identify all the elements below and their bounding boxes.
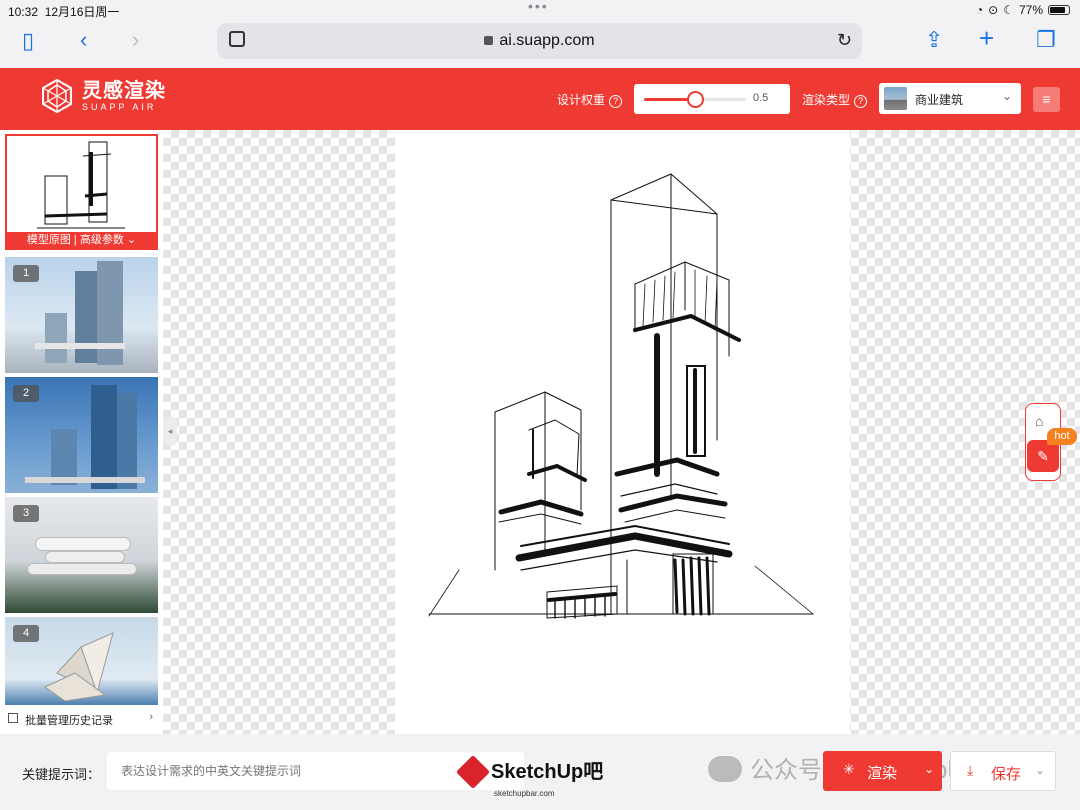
download-icon: ⤓ [967, 762, 974, 778]
battery-percent: 77% [1018, 3, 1043, 17]
share-icon[interactable]: ⇪ [925, 29, 943, 51]
sketchupbar-watermark: SketchUp吧 [456, 755, 604, 789]
sketchupbar-url: sketchupbar.com [494, 789, 555, 798]
history-item[interactable]: 1 [5, 257, 158, 373]
status-bar: 10:32 12月16日周一 ••• ◔ ⊙ ☾ 77% [0, 0, 1080, 20]
save-button[interactable]: ⤓ 保存 ⌄ [950, 751, 1056, 791]
original-sketch-thumbnail [37, 141, 125, 229]
keyword-label: 关键提示词： [22, 767, 101, 782]
address-bar[interactable]: ai.suapp.com ↻ [217, 23, 862, 59]
url-text: ai.suapp.com [499, 32, 595, 49]
building-sketch [428, 173, 814, 619]
tabs-icon[interactable]: ❐ [1036, 29, 1056, 51]
render-label: 渲染 [867, 765, 898, 782]
render-type-select[interactable]: 商业建筑 ⌄ [879, 83, 1021, 114]
chevron-left-icon: ◂ [167, 426, 173, 436]
wechat-icon [708, 756, 742, 782]
chevron-down-icon[interactable]: ⌄ [1035, 763, 1045, 777]
reload-icon[interactable]: ↻ [837, 30, 852, 51]
hamburger-icon: ≡ [1042, 91, 1051, 107]
status-indicators: ◔ ⊙ ☾ 77% [976, 3, 1070, 17]
history-item-number: 1 [13, 265, 39, 282]
history-item[interactable]: 2 [5, 377, 158, 493]
moon-icon: ☾ [1003, 3, 1014, 17]
original-model-card[interactable]: 模型原图 | 高级参数 ⌄ [5, 134, 158, 250]
design-weight-label: 设计权重? [557, 91, 623, 108]
render-canvas[interactable] [163, 130, 1080, 734]
multitask-dots-icon[interactable]: ••• [528, 0, 549, 14]
slider-track[interactable] [644, 91, 746, 108]
back-icon[interactable]: ‹ [80, 29, 87, 51]
chevron-down-icon: ⌄ [126, 234, 137, 246]
history-panel: 模型原图 | 高级参数 ⌄ 1 2 3 4 批量管理历史记录 › [0, 130, 163, 734]
sketchup-cube-icon [456, 755, 490, 789]
battery-icon [1048, 5, 1070, 15]
batch-manage-label: 批量管理历史记录 [25, 715, 113, 727]
help-icon[interactable]: ? [609, 95, 623, 108]
prompt-bar: 关键提示词： SketchUp吧 sketchupbar.com 公众号 · S… [0, 734, 1080, 810]
slider-thumb[interactable] [687, 91, 704, 108]
history-item-number: 2 [13, 385, 39, 402]
history-item-number: 3 [13, 505, 39, 522]
slider-value: 0.5 [753, 92, 769, 104]
forward-icon[interactable]: › [132, 29, 139, 51]
hot-badge: hot [1047, 428, 1077, 445]
brand-sub: SUAPP AIR [82, 102, 157, 112]
chevron-right-icon: › [149, 711, 153, 723]
app-logo[interactable]: 灵感渲染 SUAPP AIR [40, 79, 166, 113]
home-icon[interactable]: ⌂ [1035, 413, 1043, 429]
status-time: 10:32 12月16日周一 [8, 5, 120, 19]
brand-name: 灵感渲染 [82, 80, 166, 102]
grid-icon [8, 713, 18, 723]
sparkle-icon: ✳ [843, 761, 855, 777]
building-thumbnail [884, 87, 907, 110]
sidebar-toggle-icon[interactable]: ▯ [22, 30, 34, 52]
sketchup-logo-text: SketchUp吧 [491, 761, 604, 783]
render-button[interactable]: ✳ 渲染 ⌄ [823, 751, 942, 791]
chevron-down-icon: ⌄ [1001, 89, 1012, 103]
save-label: 保存 [991, 766, 1022, 783]
new-tab-icon[interactable]: + [979, 25, 994, 51]
collapse-panel-button[interactable]: ◂ [163, 417, 177, 445]
browser-toolbar: ▯ ‹ › ai.suapp.com ↻ ⇪ + ❐ [0, 20, 1080, 68]
logo-gem-icon [42, 79, 72, 113]
sketch-image [395, 130, 850, 734]
chevron-down-icon[interactable]: ⌄ [924, 762, 934, 776]
lock-icon [484, 36, 494, 45]
app-header: 灵感渲染 SUAPP AIR 设计权重? 0.5 渲染类型? 商业建筑 ⌄ ≡ [0, 68, 1080, 130]
design-weight-slider[interactable]: 0.5 [634, 84, 790, 114]
history-item[interactable]: 3 [5, 497, 158, 613]
menu-button[interactable]: ≡ [1033, 87, 1060, 112]
render-type-value: 商业建筑 [915, 93, 964, 107]
batch-manage-history[interactable]: 批量管理历史记录 › [0, 706, 163, 732]
history-item-number: 4 [13, 625, 39, 642]
history-item[interactable]: 4 [5, 617, 158, 705]
help-icon[interactable]: ? [854, 95, 868, 108]
original-caption: 模型原图 | 高级参数 ⌄ [7, 232, 156, 248]
rotation-lock-icon: ⊙ [988, 3, 999, 17]
wifi-icon: ◔ [975, 3, 984, 17]
render-type-label: 渲染类型? [802, 91, 868, 108]
